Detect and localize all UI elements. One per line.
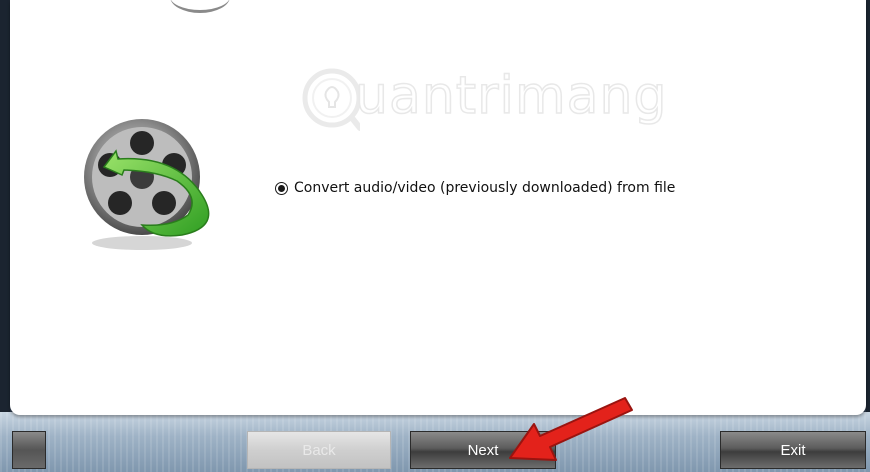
back-button[interactable]: Back bbox=[247, 431, 391, 469]
exit-button[interactable]: Exit bbox=[720, 431, 866, 469]
lightbulb-logo-icon bbox=[302, 68, 360, 131]
radio-dot bbox=[278, 184, 285, 192]
left-edge-button[interactable] bbox=[12, 431, 46, 469]
window-frame-left bbox=[0, 0, 10, 472]
radio-selected-icon[interactable] bbox=[275, 181, 288, 195]
watermark: uantrimang bbox=[300, 62, 667, 140]
film-reel-convert-icon bbox=[84, 119, 210, 250]
wizard-content-panel: uantrimang Convert audio/video (previous… bbox=[10, 0, 866, 415]
convert-from-file-option[interactable]: Convert audio/video (previously download… bbox=[275, 180, 675, 196]
convert-from-file-label: Convert audio/video (previously download… bbox=[294, 180, 676, 196]
window-frame-right bbox=[866, 0, 870, 472]
watermark-text: uantrimang bbox=[354, 65, 668, 127]
red-arrow-pointer-icon bbox=[509, 397, 633, 461]
top-edge-artifact bbox=[170, 0, 230, 13]
